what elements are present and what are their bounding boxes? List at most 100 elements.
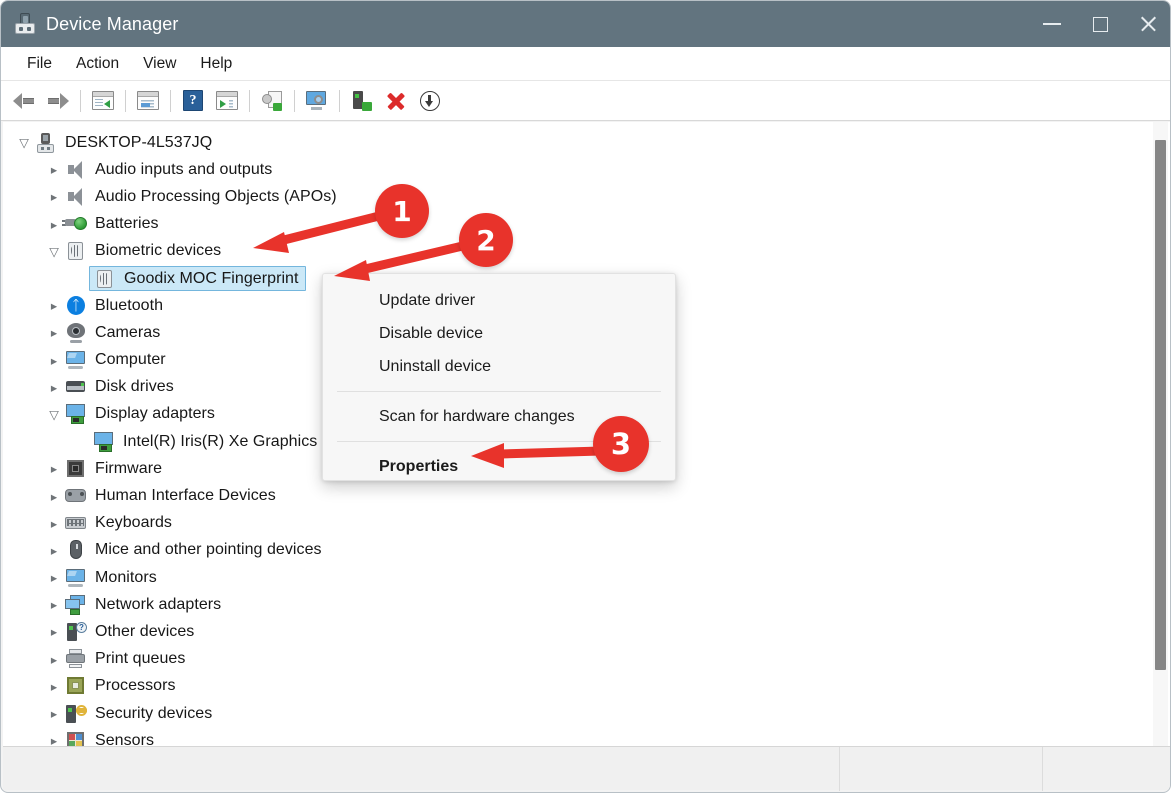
tree-item-other-devices[interactable]: ▸ ? Other devices <box>3 618 1170 645</box>
close-icon <box>1139 15 1157 33</box>
chevron-right-icon[interactable]: ▸ <box>43 319 65 346</box>
forward-arrow-icon <box>47 92 69 110</box>
speaker-icon <box>65 160 87 180</box>
display-adapter-icon <box>93 431 115 452</box>
speaker-icon <box>65 187 87 207</box>
window-title: Device Manager <box>46 13 179 34</box>
down-arrow-circle-icon <box>420 90 440 111</box>
selected-row-highlight[interactable]: Goodix MOC Fingerprint <box>89 266 306 292</box>
chevron-right-icon[interactable]: ▸ <box>43 347 65 374</box>
menu-action[interactable]: Action <box>64 52 131 76</box>
tree-item-security-devices[interactable]: ▸ Security devices <box>3 700 1170 727</box>
tree-item-human-interface-devices[interactable]: ▸ Human Interface Devices <box>3 482 1170 509</box>
chevron-down-icon[interactable]: ▽ <box>13 129 35 156</box>
chevron-right-icon[interactable]: ▸ <box>43 156 65 183</box>
computer-root-icon <box>35 132 57 153</box>
tree-item-label: Audio inputs and outputs <box>95 160 273 178</box>
toolbar-separator <box>339 89 340 112</box>
action-button[interactable] <box>210 85 244 117</box>
tree-item-label: Audio Processing Objects (APOs) <box>95 187 337 205</box>
tree-item-audio-processing-objects[interactable]: ▸ Audio Processing Objects (APOs) <box>3 183 1170 210</box>
chevron-right-icon[interactable]: ▸ <box>43 483 65 510</box>
printer-icon <box>65 649 87 669</box>
window-controls <box>1028 1 1170 47</box>
annotation-badge-1: 1 <box>375 184 429 238</box>
chevron-right-icon[interactable]: ▸ <box>43 510 65 537</box>
tree-item-root[interactable]: ▽ DESKTOP-4L537JQ <box>3 129 1170 156</box>
chevron-right-icon[interactable]: ▸ <box>43 727 65 746</box>
scrollbar-thumb[interactable] <box>1155 140 1166 670</box>
menu-view[interactable]: View <box>131 52 188 76</box>
minimize-icon <box>1043 23 1061 25</box>
device-manager-icon <box>14 13 36 35</box>
tree-item-network-adapters[interactable]: ▸ Network adapters <box>3 591 1170 618</box>
update-driver-icon <box>262 90 282 111</box>
tree-item-label: Processors <box>95 677 176 695</box>
keyboard-icon <box>65 513 87 533</box>
sensors-icon <box>65 731 87 746</box>
chevron-right-icon[interactable]: ▸ <box>43 618 65 645</box>
enable-device-button[interactable] <box>345 85 379 117</box>
chevron-right-icon[interactable]: ▸ <box>43 455 65 482</box>
toolbar-separator <box>125 89 126 112</box>
toolbar-separator <box>294 89 295 112</box>
fingerprint-icon <box>94 269 116 289</box>
tree-item-print-queues[interactable]: ▸ Print queues <box>3 646 1170 673</box>
chevron-right-icon[interactable]: ▸ <box>43 591 65 618</box>
maximize-button[interactable] <box>1076 1 1124 47</box>
chevron-right-icon[interactable]: ▸ <box>43 700 65 727</box>
annotation-badge-2: 2 <box>459 213 513 267</box>
title-bar: Device Manager <box>1 1 1170 47</box>
chevron-down-icon[interactable]: ▽ <box>43 238 65 265</box>
chevron-right-icon[interactable]: ▸ <box>43 374 65 401</box>
disable-device-button[interactable] <box>413 85 447 117</box>
show-hide-console-tree-button[interactable] <box>86 85 120 117</box>
other-devices-question-icon: ? <box>65 621 87 642</box>
context-menu-item-disable-device[interactable]: Disable device <box>323 317 675 350</box>
tree-item-keyboards[interactable]: ▸ Keyboards <box>3 510 1170 537</box>
chevron-down-icon[interactable]: ▽ <box>43 401 65 428</box>
menu-help[interactable]: Help <box>188 52 244 76</box>
chevron-right-icon[interactable]: ▸ <box>43 564 65 591</box>
annotation-badge-3: 3 <box>593 416 649 472</box>
status-cell-message <box>3 747 839 791</box>
uninstall-device-button[interactable] <box>379 85 413 117</box>
tree-item-label: Security devices <box>95 704 213 722</box>
help-button[interactable]: ? <box>176 85 210 117</box>
tree-item-label: Keyboards <box>95 514 172 532</box>
chevron-right-icon[interactable]: ▸ <box>43 646 65 673</box>
minimize-button[interactable] <box>1028 1 1076 47</box>
mouse-icon <box>65 540 87 560</box>
toolbar-separator <box>249 89 250 112</box>
vertical-scrollbar[interactable] <box>1153 122 1168 746</box>
toolbar: ? <box>1 81 1170 121</box>
update-driver-button[interactable] <box>255 85 289 117</box>
chevron-right-icon[interactable]: ▸ <box>43 673 65 700</box>
tree-item-label: Human Interface Devices <box>95 487 276 505</box>
properties-button[interactable] <box>131 85 165 117</box>
disk-drive-icon <box>65 377 87 397</box>
back-button[interactable] <box>7 85 41 117</box>
fingerprint-icon <box>65 241 87 261</box>
chevron-right-icon[interactable]: ▸ <box>43 292 65 319</box>
scan-for-hardware-changes-button[interactable] <box>300 85 334 117</box>
tree-item-batteries[interactable]: ▸ Batteries <box>3 211 1170 238</box>
chevron-right-icon[interactable]: ▸ <box>43 183 65 210</box>
properties-window-icon <box>137 91 159 110</box>
hid-gamepad-icon <box>65 486 87 506</box>
tree-item-mice-and-other-pointing-devices[interactable]: ▸ Mice and other pointing devices <box>3 537 1170 564</box>
maximize-icon <box>1092 16 1108 32</box>
context-menu-item-uninstall-device[interactable]: Uninstall device <box>323 350 675 383</box>
bluetooth-icon: ᛏ <box>65 295 87 316</box>
tree-item-processors[interactable]: ▸ Processors <box>3 673 1170 700</box>
forward-button[interactable] <box>41 85 75 117</box>
menu-file[interactable]: File <box>15 52 64 76</box>
chevron-right-icon[interactable]: ▸ <box>43 537 65 564</box>
tree-item-biometric-devices[interactable]: ▽ Biometric devices <box>3 238 1170 265</box>
context-menu-item-update-driver[interactable]: Update driver <box>323 284 675 317</box>
tree-item-monitors[interactable]: ▸ Monitors <box>3 564 1170 591</box>
tree-item-label: Sensors <box>95 731 155 746</box>
close-button[interactable] <box>1124 1 1170 47</box>
tree-item-audio-inputs-and-outputs[interactable]: ▸ Audio inputs and outputs <box>3 156 1170 183</box>
tree-item-sensors[interactable]: ▸ Sensors <box>3 727 1170 746</box>
